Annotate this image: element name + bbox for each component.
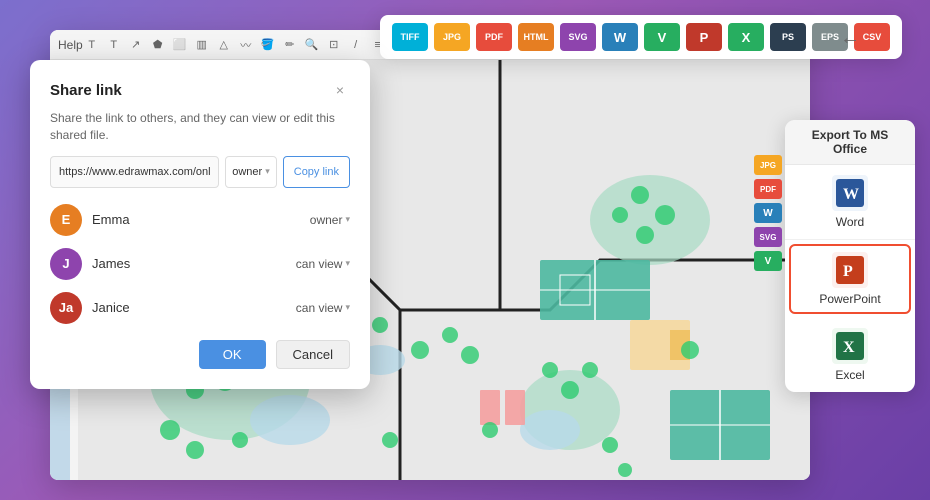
export-item-excel[interactable]: X Excel [785, 318, 915, 392]
user-permission-emma[interactable]: owner ▾ [310, 213, 350, 227]
export-item-powerpoint[interactable]: P PowerPoint [789, 244, 911, 314]
svg-text:P: P [843, 263, 853, 280]
icon-zoom[interactable]: 🔍 [303, 36, 321, 54]
format-jpg[interactable]: JPG [434, 23, 470, 51]
format-html[interactable]: HTML [518, 23, 554, 51]
avatar-emma: E [50, 204, 82, 236]
user-name-janice: Janice [92, 300, 296, 315]
format-tiff[interactable]: TIFF [392, 23, 428, 51]
link-row: owner ▾ Copy link [50, 156, 350, 188]
icon-pen[interactable]: ✏ [281, 36, 299, 54]
svg-text:X: X [843, 339, 855, 356]
excel-label: Excel [835, 368, 864, 382]
icon-arrow[interactable]: ↗ [127, 36, 145, 54]
user-name-emma: Emma [92, 212, 310, 227]
export-ms-office-panel: Export To MS Office W Word P PowerPoint … [785, 120, 915, 392]
export-item-word[interactable]: W Word [785, 165, 915, 240]
excel-icon: X [832, 328, 868, 364]
side-icon-visio[interactable]: V [754, 251, 782, 271]
export-format-toolbar[interactable]: TIFF JPG PDF HTML SVG W V P X PS EPS CSV [380, 15, 902, 59]
icon-text[interactable]: T [83, 36, 101, 54]
powerpoint-label: PowerPoint [819, 292, 880, 306]
word-icon: W [832, 175, 868, 211]
icon-wave[interactable]: 〰 [237, 36, 255, 54]
side-icon-jpg[interactable]: JPG [754, 155, 782, 175]
format-excel[interactable]: X [728, 23, 764, 51]
export-panel-header: Export To MS Office [785, 120, 915, 165]
user-row-emma: E Emma owner ▾ [50, 204, 350, 236]
copy-link-button[interactable]: Copy link [283, 156, 350, 188]
icon-shape2[interactable]: ⬜ [171, 36, 189, 54]
chevron-down-icon: ▾ [345, 258, 350, 269]
avatar-janice: Ja [50, 292, 82, 324]
dialog-close-button[interactable]: × [330, 80, 350, 100]
format-pdf[interactable]: PDF [476, 23, 512, 51]
user-row-james: J James can view ▾ [50, 248, 350, 280]
user-name-james: James [92, 256, 296, 271]
chevron-down-icon: ▾ [265, 166, 270, 177]
powerpoint-icon: P [832, 252, 868, 288]
export-side-icons: JPG PDF W SVG V [754, 155, 782, 271]
dialog-subtitle: Share the link to others, and they can v… [50, 110, 350, 144]
link-input[interactable] [50, 156, 219, 188]
chevron-down-icon: ▾ [345, 214, 350, 225]
arrow-indicator: ← [840, 27, 860, 50]
user-row-janice: Ja Janice can view ▾ [50, 292, 350, 324]
format-ppt[interactable]: P [686, 23, 722, 51]
side-icon-word[interactable]: W [754, 203, 782, 223]
icon-fill[interactable]: 🪣 [259, 36, 277, 54]
icon-crop[interactable]: ⊡ [325, 36, 343, 54]
format-ps[interactable]: PS [770, 23, 806, 51]
user-permission-janice[interactable]: can view ▾ [296, 301, 350, 315]
side-icon-pdf[interactable]: PDF [754, 179, 782, 199]
chevron-down-icon: ▾ [345, 302, 350, 313]
cancel-button[interactable]: Cancel [276, 340, 350, 369]
avatar-james: J [50, 248, 82, 280]
permission-value: owner [232, 166, 262, 178]
share-link-dialog: Share link × Share the link to others, a… [30, 60, 370, 389]
help-label: Help [58, 38, 83, 52]
dialog-header: Share link × [50, 80, 350, 100]
format-visio[interactable]: V [644, 23, 680, 51]
permission-dropdown[interactable]: owner ▾ [225, 156, 277, 188]
dialog-title: Share link [50, 82, 122, 99]
svg-text:W: W [843, 186, 859, 203]
ok-button[interactable]: OK [199, 340, 266, 369]
icon-shape3[interactable]: ▥ [193, 36, 211, 54]
dialog-actions: OK Cancel [50, 340, 350, 369]
icon-line[interactable]: / [347, 36, 365, 54]
icon-triangle[interactable]: △ [215, 36, 233, 54]
icon-text2[interactable]: T [105, 36, 123, 54]
user-permission-james[interactable]: can view ▾ [296, 257, 350, 271]
icon-shape1[interactable]: ⬟ [149, 36, 167, 54]
word-label: Word [836, 215, 864, 229]
side-icon-svg[interactable]: SVG [754, 227, 782, 247]
format-svg[interactable]: SVG [560, 23, 596, 51]
format-word[interactable]: W [602, 23, 638, 51]
